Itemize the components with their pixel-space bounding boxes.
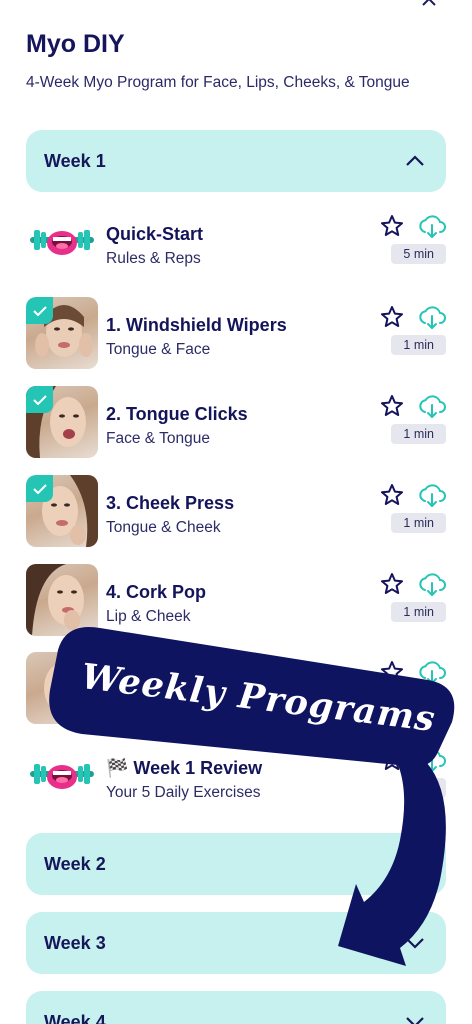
exercise-title: 2. Tongue Clicks (106, 404, 248, 424)
exercise-item-windshield-wipers[interactable]: 1. Windshield Wipers Tongue & Face 1 min (26, 297, 446, 369)
week-2-header[interactable]: Week 2 (26, 833, 446, 895)
page-title: Myo DIY (26, 30, 125, 58)
exercise-subtitle: Lip & Cheek (106, 608, 191, 625)
exercise-thumbnail (26, 564, 98, 636)
duration-badge: 1 min (391, 602, 446, 622)
completed-check-icon (26, 386, 53, 413)
chevron-up-icon (406, 155, 424, 166)
exercise-subtitle: Tongue & Cheek (106, 519, 221, 536)
star-icon[interactable] (380, 214, 404, 238)
exercise-subtitle: Rules & Reps (106, 250, 201, 267)
exercise-title: 1. Windshield Wipers (106, 315, 287, 335)
week-label: Week 3 (44, 932, 106, 953)
cloud-download-icon[interactable] (418, 482, 446, 508)
completed-check-icon (26, 475, 53, 502)
mascot-icon (26, 740, 98, 812)
exercise-title: 3. Cheek Press (106, 493, 235, 513)
cloud-download-icon[interactable] (418, 304, 446, 330)
exercise-thumbnail (26, 475, 98, 547)
completed-check-icon (26, 297, 53, 324)
exercise-item-cork-pop[interactable]: 4. Cork Pop Lip & Cheek 1 min (26, 564, 446, 636)
exercise-item-cheek-press[interactable]: 3. Cheek Press Tongue & Cheek 1 min (26, 475, 446, 547)
week-label: Week 4 (44, 1011, 106, 1024)
star-icon[interactable] (380, 660, 404, 684)
chevron-down-icon (406, 1017, 424, 1024)
exercise-subtitle: Face & Tongue (106, 430, 210, 447)
duration-badge: 1 min (391, 513, 446, 533)
exercise-thumbnail (26, 386, 98, 458)
star-icon[interactable] (380, 394, 404, 418)
exercise-item-quick-start[interactable]: Quick-Start Rules & Reps 5 min (26, 206, 446, 278)
exercise-title: 🏁 Week 1 Review (106, 758, 263, 778)
week-1-header[interactable]: Week 1 (26, 130, 446, 192)
chevron-down-icon (406, 859, 424, 870)
week-label: Week 1 (44, 150, 106, 171)
star-icon[interactable] (380, 748, 404, 772)
exercise-title: Quick-Start (106, 224, 204, 244)
cloud-download-icon[interactable] (418, 393, 446, 419)
exercise-title: 4. Cork Pop (106, 582, 207, 602)
cloud-download-icon[interactable] (418, 571, 446, 597)
chevron-down-icon (406, 938, 424, 949)
exercise-item-week-1-review[interactable]: 🏁 Week 1 Review Your 5 Daily Exercises 1 (26, 740, 446, 812)
exercise-item-tongue-clicks[interactable]: 2. Tongue Clicks Face & Tongue 1 min (26, 386, 446, 458)
cloud-download-icon[interactable] (418, 659, 446, 685)
week-4-header[interactable]: Week 4 (26, 991, 446, 1024)
exercise-subtitle: Tongue & Face (106, 341, 211, 358)
star-icon[interactable] (380, 483, 404, 507)
star-icon[interactable] (380, 305, 404, 329)
duration-badge: 1 min (391, 335, 446, 355)
duration-badge: 5 min (391, 244, 446, 264)
duration-badge: 1 min (391, 424, 446, 444)
exercise-subtitle: Your 5 Daily Exercises (106, 784, 261, 801)
week-3-header[interactable]: Week 3 (26, 912, 446, 974)
cloud-download-icon[interactable] (418, 213, 446, 239)
star-icon[interactable] (380, 572, 404, 596)
cloud-download-icon[interactable] (418, 747, 446, 773)
exercise-thumbnail (26, 297, 98, 369)
duration-badge: 1 (415, 778, 446, 798)
week-label: Week 2 (44, 853, 106, 874)
mascot-icon (26, 206, 98, 278)
page-subtitle: 4-Week Myo Program for Face, Lips, Cheek… (26, 74, 410, 91)
chevron-up-icon (422, 0, 436, 6)
